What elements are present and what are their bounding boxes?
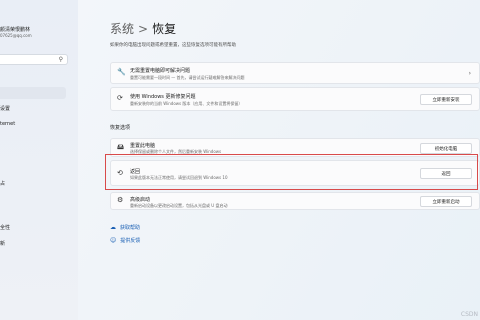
reset-pc-button[interactable]: 初始化电脑 — [420, 143, 472, 154]
feedback-icon: ☺ — [110, 237, 117, 244]
refresh-icon: ⟳ — [117, 94, 123, 102]
sidebar-item-update[interactable]: 新 — [0, 240, 5, 247]
advanced-startup-subtitle: 重新启动设备以更改启动设置，包括从光盘或 U 盘启动 — [130, 203, 228, 208]
fix-problems-subtitle: 重置可能需要一段时间 — 首先，请尝试运行疑难解答来解决问题 — [130, 75, 245, 80]
reinstall-now-button[interactable]: 立即重新安装 — [420, 94, 472, 105]
history-icon: ⟲ — [117, 169, 123, 177]
watermark: CSDN — [460, 311, 478, 318]
go-back-title: 返回 — [130, 169, 141, 175]
main-content: 系统 > 恢复 如果你的电脑出现问题或希望重置，这些恢复选项可能有所帮助 🔧 无需重… — [78, 0, 480, 320]
reset-pc-subtitle: 选择保留或删除个人文件，然后重新安装 Windows — [130, 149, 222, 154]
go-back-subtitle: 如果此版本无法正常使用，请尝试回退到 Windows 10 — [130, 175, 228, 180]
sidebar-selected-highlight — [0, 87, 66, 99]
user-name: 颜清荣恨鹏林 — [0, 27, 31, 33]
breadcrumb-separator: > — [138, 22, 149, 36]
feedback-link[interactable]: ☺ 提供反馈 — [110, 237, 140, 244]
wrench-icon: 🔧 — [117, 68, 126, 76]
windows-update-card: ⟳ 使用 Windows 更新修复问题 重新安装你的当前 Windows 版本（… — [110, 87, 480, 111]
fix-problems-card[interactable]: 🔧 无需重置电脑即可解决问题 重置可能需要一段时间 — 首先，请尝试运行疑难解答… — [110, 62, 480, 84]
breadcrumb-parent[interactable]: 系统 — [110, 22, 134, 36]
go-back-card: ⟲ 返回 如果此版本无法正常使用，请尝试回退到 Windows 10 返回 — [110, 160, 480, 186]
sidebar-item-3[interactable]: 占 — [0, 180, 5, 187]
get-help-link[interactable]: ☁ 获取帮助 — [110, 224, 140, 231]
windows-update-title: 使用 Windows 更新修复问题 — [130, 94, 196, 100]
reset-pc-icon: 🖴 — [117, 143, 125, 151]
chevron-right-icon: › — [468, 70, 471, 77]
page-title: 系统 > 恢复 — [110, 20, 176, 37]
breadcrumb-current: 恢复 — [152, 22, 177, 36]
reset-pc-title: 重置此电脑 — [130, 143, 156, 149]
page-description: 如果你的电脑出现问题或希望重置，这些恢复选项可能有所帮助 — [110, 43, 236, 48]
get-help-label[interactable]: 获取帮助 — [120, 225, 140, 231]
reset-pc-card: 🖴 重置此电脑 选择保留或删除个人文件，然后重新安装 Windows 初始化电脑 — [110, 138, 480, 157]
go-back-button[interactable]: 返回 — [420, 168, 472, 179]
windows-update-subtitle: 重新安装你的当前 Windows 版本（应用、文件和设置将保留） — [130, 101, 243, 106]
sidebar: 颜清荣恨鹏林 07625@qq.com ⚲ 设置 ternet 占 全性 新 — [0, 0, 78, 320]
search-input[interactable]: ⚲ — [0, 54, 68, 65]
advanced-startup-title: 高级启动 — [130, 197, 151, 203]
restart-now-button[interactable]: 立即重新启动 — [420, 196, 472, 207]
search-icon: ⚲ — [58, 56, 63, 63]
sidebar-item-settings[interactable]: 设置 — [0, 105, 10, 112]
help-icon: ☁ — [110, 224, 116, 231]
user-email: 07625@qq.com — [0, 33, 32, 38]
recovery-options-heading: 恢复选项 — [110, 125, 131, 131]
fix-problems-title: 无需重置电脑即可解决问题 — [130, 68, 191, 74]
feedback-label[interactable]: 提供反馈 — [120, 238, 140, 244]
sidebar-item-security[interactable]: 全性 — [0, 224, 10, 231]
advanced-startup-icon: ⚙ — [117, 196, 124, 204]
advanced-startup-card: ⚙ 高级启动 重新启动设备以更改启动设置，包括从光盘或 U 盘启动 立即重新启动 — [110, 192, 480, 210]
sidebar-item-internet[interactable]: ternet — [0, 121, 15, 127]
